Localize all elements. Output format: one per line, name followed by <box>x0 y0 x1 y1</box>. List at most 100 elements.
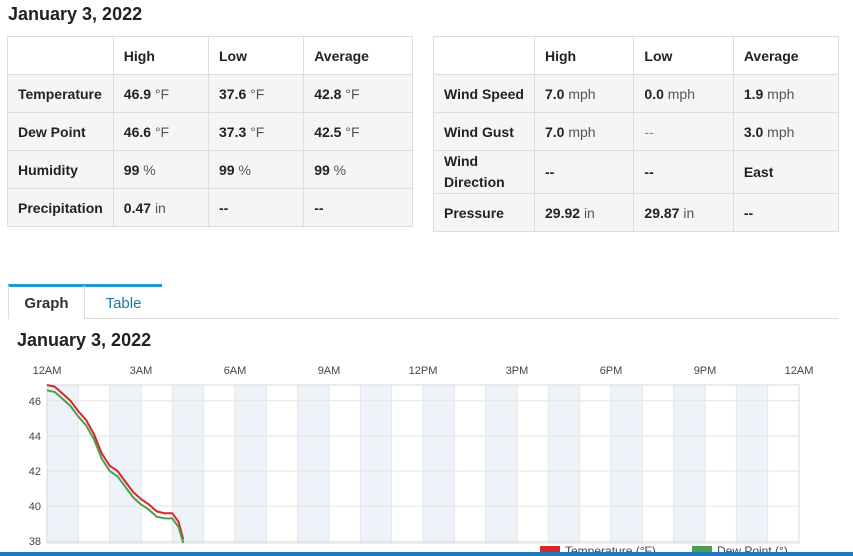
y-tick-label: 44 <box>29 431 41 443</box>
value-number: 37.6 <box>219 85 247 102</box>
hour-band <box>109 385 141 543</box>
right-table-header-cell: Average <box>732 36 840 75</box>
left-table-row-label: Precipitation <box>7 188 114 227</box>
value-unit: in <box>683 204 695 221</box>
y-tick-label: 40 <box>29 501 41 513</box>
left-table-value-cell: 99 % <box>303 150 413 189</box>
value-unit: °F <box>345 123 360 140</box>
value-number: 1.9 <box>743 85 764 102</box>
value-number: 29.87 <box>644 204 680 221</box>
left-table-value-cell: 0.47 in <box>112 188 210 227</box>
right-table-header-cell <box>433 36 535 75</box>
left-table-header-cell: High <box>112 36 210 75</box>
value-number: -- <box>219 199 229 216</box>
y-tick-label: 38 <box>29 536 41 548</box>
hour-band <box>611 385 643 543</box>
left-table-header-cell: Low <box>207 36 305 75</box>
x-tick-label: 12AM <box>33 365 62 377</box>
value-unit: in <box>154 199 166 216</box>
right-table-row: Wind Direction -- -- East <box>433 150 840 194</box>
value-unit: in <box>583 204 595 221</box>
tab-graph[interactable]: Graph <box>8 284 85 319</box>
value-number: -- <box>545 164 555 180</box>
value-number: 29.92 <box>545 204 581 221</box>
left-table-value-cell: 37.6 °F <box>207 74 305 113</box>
x-tick-label: 9AM <box>318 365 341 377</box>
hour-band <box>423 385 455 543</box>
right-table-value-cell: East <box>732 150 840 194</box>
right-table-value-cell: 29.87 in <box>633 193 734 232</box>
x-tick-label: 12PM <box>409 365 438 377</box>
x-tick-label: 12AM <box>785 365 814 377</box>
value-unit: mph <box>667 85 695 102</box>
value-unit: °F <box>154 85 170 102</box>
left-table-header-cell: Average <box>303 36 413 75</box>
value-number: -- <box>644 123 654 140</box>
right-table-value-cell: -- <box>633 112 734 151</box>
right-table-value-cell: -- <box>633 150 734 194</box>
right-table-row-label: Wind Gust <box>433 112 535 151</box>
value-unit: mph <box>568 123 596 140</box>
hour-band <box>673 385 705 543</box>
value-unit: °F <box>250 123 265 140</box>
right-table-row: Wind Speed 7.0 mph 0.0 mph 1.9 mph <box>433 74 840 113</box>
x-tick-label: 6PM <box>600 365 623 377</box>
value-unit: mph <box>568 85 596 102</box>
left-table-value-cell: -- <box>303 188 413 227</box>
right-table-value-cell: -- <box>732 193 840 232</box>
value-number: 0.47 <box>123 199 152 216</box>
left-table-value-cell: 37.3 °F <box>207 112 305 151</box>
value-number: 99 <box>314 161 330 178</box>
left-table-value-cell: 42.8 °F <box>303 74 413 113</box>
bottom-border <box>0 552 853 556</box>
graph-title: January 3, 2022 <box>17 330 152 350</box>
hour-band <box>235 385 267 543</box>
x-tick-label: 3PM <box>506 365 529 377</box>
left-table-value-cell: -- <box>207 188 305 227</box>
page-title: January 3, 2022 <box>8 4 143 24</box>
value-number: 3.0 <box>743 123 764 140</box>
right-table-row: Wind Gust 7.0 mph -- 3.0 mph <box>433 112 840 151</box>
right-table-value-cell: 7.0 mph <box>533 74 635 113</box>
value-unit: °F <box>154 123 170 140</box>
right-table-value-cell: 1.9 mph <box>732 74 840 113</box>
right-table-row-label: Wind Speed <box>433 74 535 113</box>
right-table-value-cell: -- <box>533 150 635 194</box>
hour-band <box>297 385 329 543</box>
value-number: -- <box>314 199 324 216</box>
left-table-value-cell: 42.5 °F <box>303 112 413 151</box>
hour-band <box>736 385 768 543</box>
right-table-value-cell: 29.92 in <box>533 193 635 232</box>
right-table-value-cell: 7.0 mph <box>533 112 635 151</box>
left-table-row: Precipitation 0.47 in -- -- <box>7 188 413 227</box>
left-table-row-label: Dew Point <box>7 112 114 151</box>
left-table-row-label: Temperature <box>7 74 114 113</box>
x-tick-label: 6AM <box>224 365 247 377</box>
value-unit: mph <box>767 85 795 102</box>
value-number: 0.0 <box>644 85 664 102</box>
right-table-value-cell: 3.0 mph <box>732 112 840 151</box>
tab-table[interactable]: Table <box>85 284 162 317</box>
left-table-value-cell: 46.9 °F <box>112 74 210 113</box>
value-number: 99 <box>219 161 235 178</box>
x-tick-label: 3AM <box>130 365 153 377</box>
value-number: East <box>743 164 774 180</box>
left-table-row: Dew Point 46.6 °F 37.3 °F 42.5 °F <box>7 112 413 151</box>
history-chart: 38 40 42 44 46 12AM 3AM 6AM 9AM 12PM 3PM 6PM 9PM 12AM… <box>29 365 814 552</box>
value-unit: °F <box>345 85 360 102</box>
value-unit: % <box>333 161 347 178</box>
value-number: -- <box>644 164 654 180</box>
y-tick-label: 42 <box>29 466 41 478</box>
view-tabs: Graph Table <box>8 284 838 319</box>
value-number: 99 <box>123 161 140 178</box>
right-table-header-cell: High <box>533 36 635 75</box>
value-unit: % <box>143 161 156 178</box>
value-number: 42.5 <box>314 123 342 140</box>
x-tick-label: 9PM <box>694 365 717 377</box>
left-table-row: Temperature 46.9 °F 37.6 °F 42.8 °F <box>7 74 413 113</box>
left-table-row-label: Humidity <box>7 150 114 189</box>
summary-table-right: High Low Average Wind Speed 7.0 mph 0.0 mph 1.… <box>433 36 840 232</box>
value-unit: % <box>238 161 251 178</box>
left-table-header-cell <box>7 36 114 75</box>
hour-band <box>485 385 517 543</box>
